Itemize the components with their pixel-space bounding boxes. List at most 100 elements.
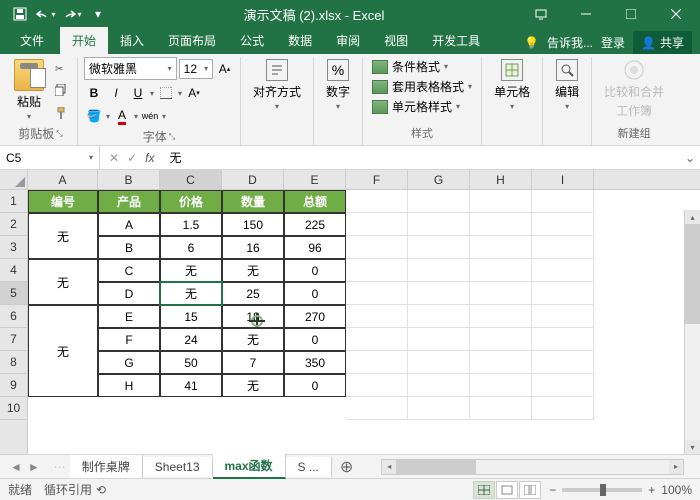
cell-C4[interactable]: 无 (160, 259, 222, 282)
cell-F2[interactable] (346, 213, 408, 236)
scroll-down-icon[interactable]: ▾ (685, 440, 700, 454)
sheet-next-icon[interactable]: ► (28, 460, 40, 474)
cell-D2[interactable]: 150 (222, 213, 284, 236)
cell-F8[interactable] (346, 351, 408, 374)
normal-view-icon[interactable] (473, 481, 495, 499)
minimize-icon[interactable] (563, 0, 608, 28)
cell-C1[interactable]: 价格 (160, 190, 222, 213)
cell-F1[interactable] (346, 190, 408, 213)
cell-B3[interactable]: B (98, 236, 160, 259)
number-format-button[interactable]: % 数字 ▾ (320, 57, 356, 113)
cell-I6[interactable] (532, 305, 594, 328)
cell-E2[interactable]: 225 (284, 213, 346, 236)
cell-I9[interactable] (532, 374, 594, 397)
cell-F3[interactable] (346, 236, 408, 259)
cell-A1[interactable]: 编号 (28, 190, 98, 213)
increase-font-button[interactable]: A▴ (215, 59, 234, 79)
cell-B9[interactable]: H (98, 374, 160, 397)
cell-G1[interactable] (408, 190, 470, 213)
cell-I3[interactable] (532, 236, 594, 259)
cut-button[interactable] (51, 57, 71, 77)
page-layout-icon[interactable] (496, 481, 518, 499)
cell-G8[interactable] (408, 351, 470, 374)
cell-F4[interactable] (346, 259, 408, 282)
tab-file[interactable]: 文件 (4, 27, 60, 54)
cell-C3[interactable]: 6 (160, 236, 222, 259)
zoom-thumb[interactable] (600, 484, 606, 496)
cancel-formula-icon[interactable]: ✕ (106, 151, 122, 165)
cells-area[interactable]: 编号产品价格数量总额无无无A1.5150225B61696C无无0D无250E1… (28, 190, 700, 454)
cell-C5[interactable]: 无 (160, 282, 222, 305)
table-format-button[interactable]: 套用表格格式▾ (369, 77, 475, 96)
tab-home[interactable]: 开始 (60, 27, 108, 54)
cell-B1[interactable]: 产品 (98, 190, 160, 213)
cell-B5[interactable]: D (98, 282, 160, 305)
cell-H5[interactable] (470, 282, 532, 305)
paste-button[interactable]: 粘贴 ▾ (10, 57, 48, 123)
font-color-button[interactable]: A (112, 106, 132, 126)
bold-button[interactable]: B (84, 83, 104, 103)
cell-B6[interactable]: E (98, 305, 160, 328)
ribbon-options-icon[interactable] (518, 0, 563, 28)
font-size-combo[interactable]: 12▾ (179, 59, 213, 79)
row-header-2[interactable]: 2 (0, 213, 27, 236)
cell-C6[interactable]: 15 (160, 305, 222, 328)
copy-button[interactable] (51, 80, 71, 100)
scroll-up-icon[interactable]: ▴ (685, 210, 700, 224)
cell-F5[interactable] (346, 282, 408, 305)
cell-F9[interactable] (346, 374, 408, 397)
cell-E4[interactable]: 0 (284, 259, 346, 282)
cell-I2[interactable] (532, 213, 594, 236)
sheet-more-left[interactable]: ⋯ (50, 460, 70, 474)
cell-B8[interactable]: G (98, 351, 160, 374)
row-header-5[interactable]: 5 (0, 282, 27, 305)
cell-I4[interactable] (532, 259, 594, 282)
hscroll-thumb[interactable] (396, 460, 476, 474)
tell-me-text[interactable]: 告诉我... (547, 34, 593, 51)
sheet-tab-3[interactable]: max函数 (213, 454, 286, 479)
italic-button[interactable]: I (106, 83, 126, 103)
cell-I1[interactable] (532, 190, 594, 213)
cell-C9[interactable]: 41 (160, 374, 222, 397)
cell-A2[interactable]: 无 (28, 213, 98, 259)
zoom-level[interactable]: 100% (661, 483, 692, 497)
cell-B7[interactable]: F (98, 328, 160, 351)
format-painter-button[interactable] (51, 103, 71, 123)
cell-D4[interactable]: 无 (222, 259, 284, 282)
expand-formula-icon[interactable]: ⌄ (680, 151, 700, 165)
cell-H9[interactable] (470, 374, 532, 397)
border-button[interactable] (156, 83, 176, 103)
column-headers[interactable]: ABCDEFGHI (28, 170, 700, 190)
redo-icon[interactable]: ▾ (60, 2, 84, 26)
share-button[interactable]: 👤共享 (633, 31, 692, 54)
scroll-right-icon[interactable]: ▸ (669, 460, 683, 474)
cell-G6[interactable] (408, 305, 470, 328)
underline-button[interactable]: U (128, 83, 148, 103)
cell-A4[interactable]: 无 (28, 259, 98, 305)
row-header-6[interactable]: 6 (0, 305, 27, 328)
save-icon[interactable] (8, 2, 32, 26)
vscroll-thumb[interactable] (685, 224, 700, 324)
sheet-tab-1[interactable]: 制作桌牌 (70, 455, 143, 478)
row-header-9[interactable]: 9 (0, 374, 27, 397)
cell-F6[interactable] (346, 305, 408, 328)
cell-D7[interactable]: 无 (222, 328, 284, 351)
fx-icon[interactable]: fx (142, 151, 157, 165)
cell-G9[interactable] (408, 374, 470, 397)
editing-button[interactable]: 编辑 ▾ (549, 57, 585, 113)
row-header-7[interactable]: 7 (0, 328, 27, 351)
row-header-3[interactable]: 3 (0, 236, 27, 259)
tab-dev[interactable]: 开发工具 (420, 27, 492, 54)
undo-icon[interactable]: ▾ (34, 2, 58, 26)
cell-D3[interactable]: 16 (222, 236, 284, 259)
sheet-tab-2[interactable]: Sheet13 (143, 457, 213, 477)
formula-bar[interactable]: 无 (163, 149, 680, 166)
cell-styles-button[interactable]: 单元格样式▾ (369, 97, 475, 116)
cell-E3[interactable]: 96 (284, 236, 346, 259)
cell-G5[interactable] (408, 282, 470, 305)
cell-I7[interactable] (532, 328, 594, 351)
zoom-out-icon[interactable]: − (549, 483, 556, 497)
cell-H10[interactable] (470, 397, 532, 420)
scroll-left-icon[interactable]: ◂ (382, 460, 396, 474)
add-sheet-icon[interactable]: ⊕ (332, 457, 361, 477)
